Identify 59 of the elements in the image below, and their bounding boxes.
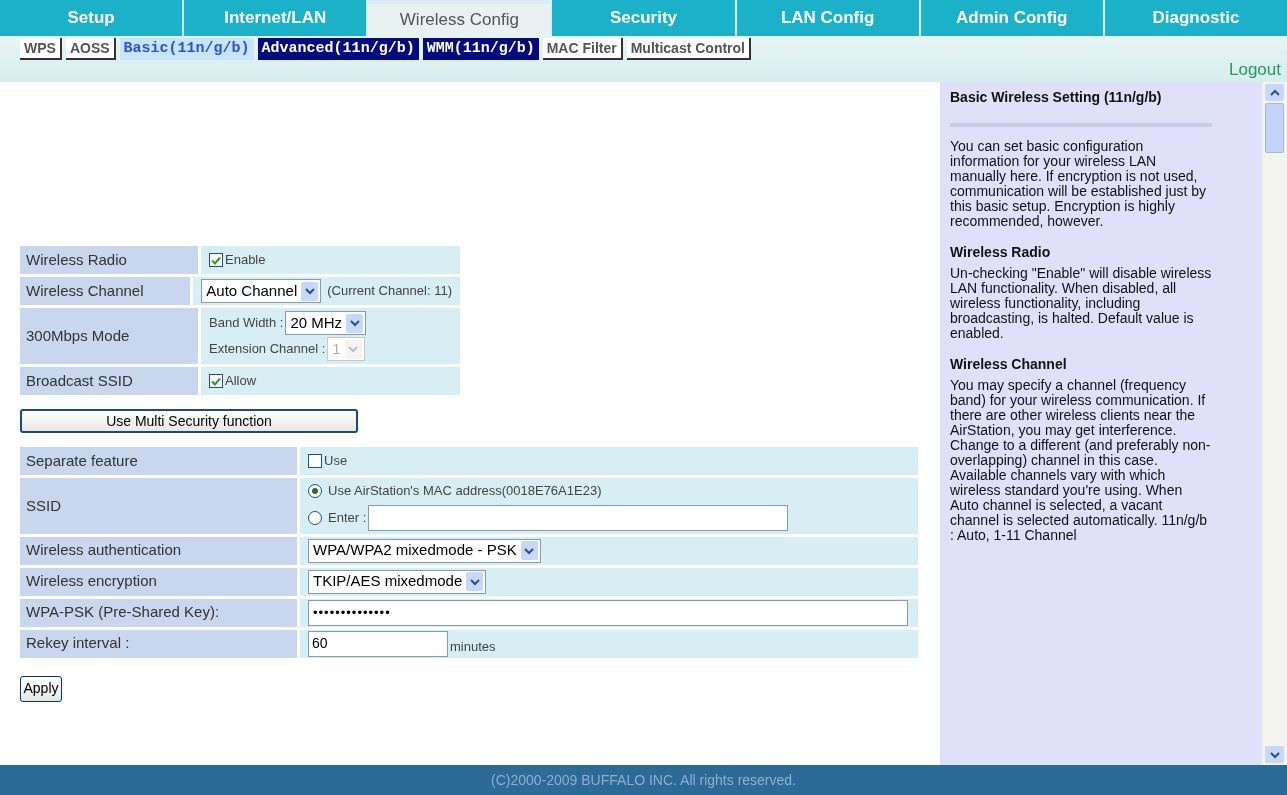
sub-tab[interactable]: WMM(11n/g/b) [422,38,539,60]
chevron-down-icon [469,577,480,586]
help-heading: Wireless Channel [950,357,1068,372]
help-paragraph: You can set basic configuration information for your wireless LAN manually here. If encryption is not used, communication will be established just by this basic setup. Encryption is highly recommended, however. [950,139,1207,229]
scrollbar[interactable] [1262,82,1287,765]
checkbox-label: Use [324,452,348,471]
sub-tab[interactable]: WPS [20,38,62,60]
apply-button[interactable]: Apply [20,675,62,702]
dropdown[interactable]: Auto Channel [201,279,322,303]
help-title: Basic Wireless Setting (11n/g/b) [950,90,1163,105]
radio-button[interactable] [308,510,322,525]
scrollbar-thumb[interactable] [1265,103,1284,153]
multi-security-button[interactable]: Use Multi Security function [20,409,358,433]
row-label: 300Mbps Mode [20,308,198,364]
sub-tab[interactable]: Advanced(11n/g/b) [257,38,419,60]
row-label: Wireless Channel [20,277,191,305]
checkbox[interactable] [209,253,223,267]
check-icon [211,255,221,265]
row-label: Wireless encryption [20,567,297,596]
row-label: Separate feature [20,447,297,475]
row-label: SSID [20,478,297,534]
chevron-down-icon [304,287,315,295]
ssid-input-field[interactable] [368,504,789,531]
check-icon [211,376,221,386]
sub-tab[interactable]: MAC Filter [542,38,623,60]
checkbox[interactable] [308,454,322,468]
scroll-down-icon[interactable] [1269,750,1280,759]
row-label: WPA-PSK (Pre-Shared Key): [20,598,297,627]
help-paragraph: Un-checking "Enable" will disable wireless LAN functionality. When disabled, all wireless functionality, including broadcasting, is halted. Default value is enabled. [950,266,1212,341]
radio-button[interactable] [308,483,322,498]
field-label: Extension Channel : [209,340,326,359]
help-paragraph: You may specify a channel (frequency band) for your wireless communication. If there are other wireless clients near the AirStation, you may get interference. Change to a different (and preferably non-overlapping) channel in this case. Available channels vary with which wireless standard you're using. When Auto channel is selected, a vacant channel is selected automatically. 11n/g/b : Auto, 1-11 Channel [950,378,1212,543]
chevron-down-icon [524,546,535,555]
chevron-down-icon [348,345,359,353]
dropdown[interactable]: TKIP/AES mixedmode [308,569,487,594]
rekey-input-field[interactable]: 60 [308,630,448,657]
radio-label: Use AirStation's MAC address(0018E76A1E23) [328,482,602,500]
checkbox-label: Enable [225,251,266,270]
unit-label: minutes [450,638,496,656]
scroll-up-icon[interactable] [1269,88,1280,97]
sub-tab[interactable]: Multicast Control [626,38,751,60]
checkbox[interactable] [209,374,223,388]
nav-tab[interactable]: Wireless Config [368,4,551,36]
current-channel-note: (Current Channel: 11) [327,282,452,301]
dropdown[interactable]: WPA/WPA2 mixedmode - PSK [308,538,541,563]
dropdown[interactable]: 20 MHz [285,311,367,335]
radio-label: Enter : [328,508,367,527]
row-label: Rekey interval : [20,629,297,658]
sub-tab[interactable]: AOSS [65,38,116,60]
help-heading: Wireless Radio [950,245,1052,260]
field-label: Band Width : [209,314,284,333]
password-field[interactable]: •••••••••••••• [308,599,908,626]
checkbox-label: Allow [225,372,257,391]
row-label: Broadcast SSID [20,367,198,395]
sub-tab[interactable]: Basic(11n/g/b) [119,38,254,60]
row-label: Wireless authentication [20,536,297,565]
chevron-down-icon [349,319,360,327]
row-label: Wireless Radio [20,246,198,274]
copyright-text: (C)2000-2009 BUFFALO INC. All rights reserved. [491,770,796,790]
